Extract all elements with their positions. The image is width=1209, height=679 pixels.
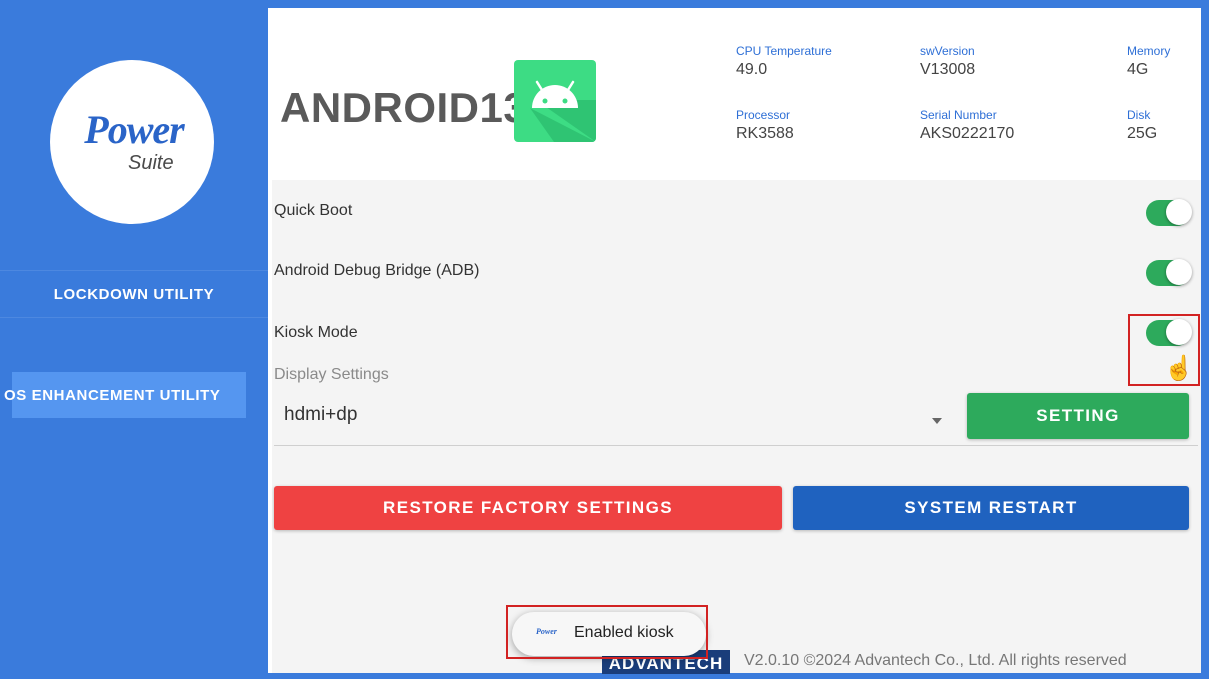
adb-toggle[interactable] [1146, 259, 1192, 286]
serial-number-label: Serial Number [920, 108, 997, 122]
restore-factory-settings-button[interactable]: RESTORE FACTORY SETTINGS [274, 486, 782, 530]
display-mode-select[interactable]: hdmi+dp [284, 404, 357, 426]
disk-label: Disk [1127, 108, 1151, 122]
sw-version-value: V13008 [920, 61, 976, 78]
window-frame-right [1201, 0, 1209, 679]
cpu-temperature-value: 49.0 [736, 61, 768, 78]
kiosk-mode-label: Kiosk Mode [274, 324, 358, 341]
display-settings-label: Display Settings [274, 366, 389, 383]
sidebar-item-label: OS ENHANCEMENT UTILITY [4, 386, 221, 404]
select-underline [274, 445, 1198, 446]
serial-number-value: AKS0222170 [920, 125, 1015, 142]
device-name: ANDROID13 [280, 84, 528, 131]
toast-highlight [506, 605, 708, 659]
hand-cursor-icon: ☝ [1164, 355, 1194, 382]
sidebar-item-label: LOCKDOWN UTILITY [53, 285, 215, 303]
memory-value: 4G [1127, 61, 1149, 78]
sidebar: Power Suite LOCKDOWN UTILITY OS ENHANCEM… [0, 0, 268, 679]
adb-label: Android Debug Bridge (ADB) [274, 262, 480, 279]
processor-label: Processor [736, 108, 791, 122]
logo-suite-text: Suite [128, 152, 174, 174]
sidebar-item-lockdown-utility[interactable]: LOCKDOWN UTILITY [0, 270, 268, 318]
sw-version-label: swVersion [920, 44, 975, 58]
setting-button[interactable]: SETTING [967, 393, 1189, 439]
cpu-temperature-label: CPU Temperature [736, 44, 832, 58]
device-info-header: ANDROID13 CPU Temperature 49.0 swVersion… [272, 8, 1201, 180]
settings-panel: Quick Boot Android Debug Bridge (ADB) Ki… [272, 180, 1201, 673]
copyright-text: V2.0.10 ©2024 Advantech Co., Ltd. All ri… [744, 652, 1127, 669]
power-suite-logo: Power Suite [50, 60, 214, 224]
disk-value: 25G [1127, 125, 1158, 142]
memory-label: Memory [1127, 44, 1171, 58]
toggle-knob [1166, 259, 1192, 285]
processor-value: RK3588 [736, 125, 794, 142]
toggle-knob [1166, 199, 1192, 225]
sidebar-item-os-enhancement-utility[interactable]: OS ENHANCEMENT UTILITY [4, 372, 246, 418]
chevron-down-icon[interactable] [932, 418, 942, 424]
quick-boot-label: Quick Boot [274, 202, 353, 219]
logo-power-text: Power [84, 107, 184, 152]
system-restart-button[interactable]: SYSTEM RESTART [793, 486, 1189, 530]
android-icon [514, 60, 596, 142]
quick-boot-toggle[interactable] [1146, 199, 1192, 226]
